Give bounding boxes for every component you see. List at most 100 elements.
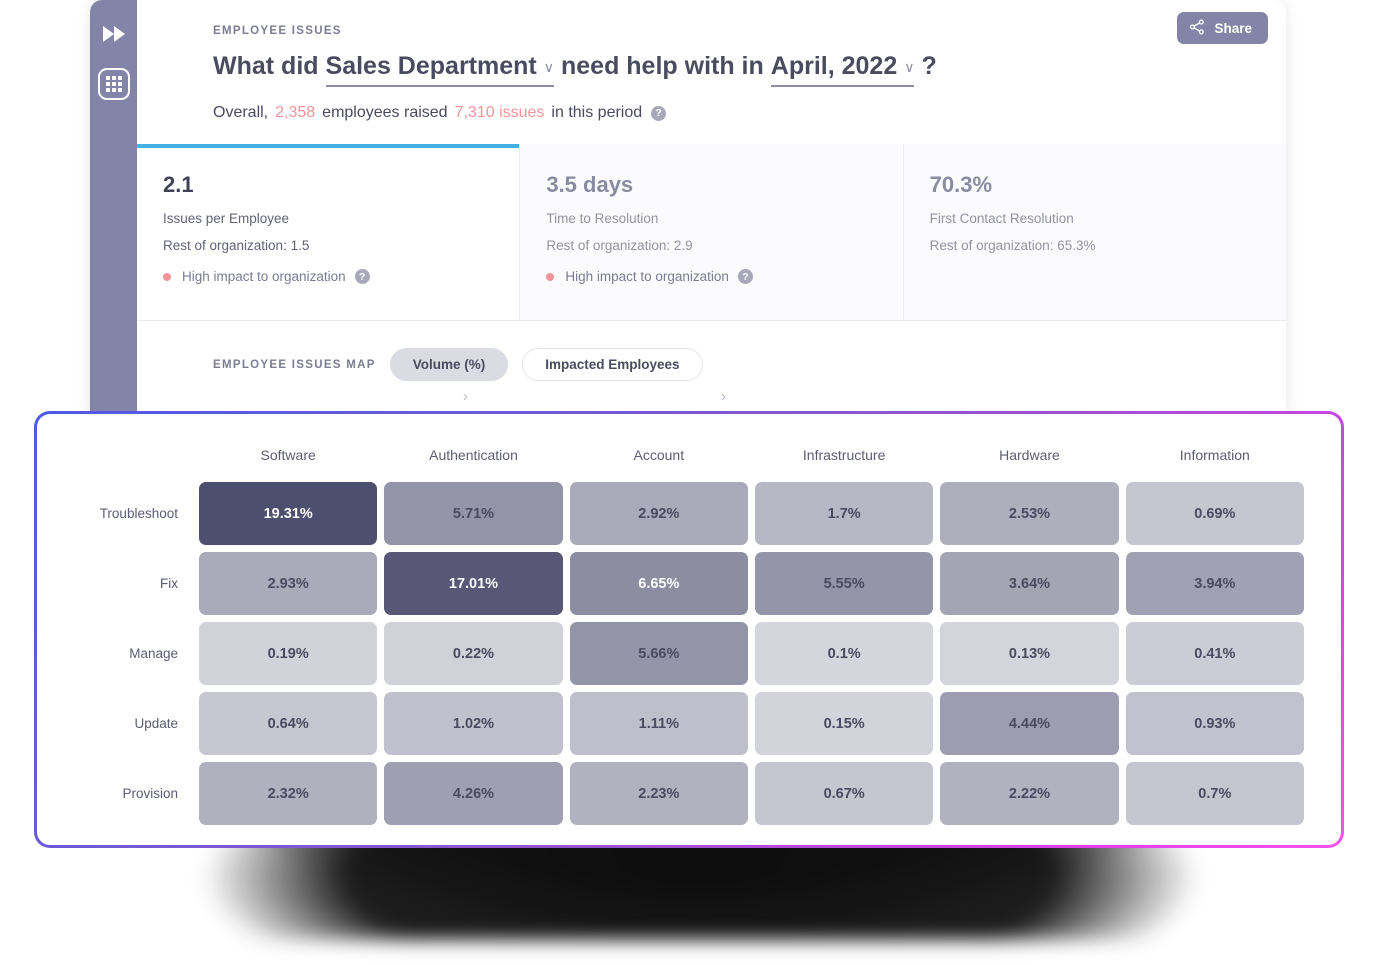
summary-line: Overall, 2,358 employees raised 7,310 is… [213, 104, 666, 122]
heatmap-row-header: Fix [74, 552, 192, 615]
heatmap-cell[interactable]: 3.94% [1126, 552, 1304, 615]
metric-impact-label: High impact to organization [565, 269, 729, 284]
heatmap-cell[interactable]: 0.69% [1126, 482, 1304, 545]
department-dropdown-value: Sales Department [326, 52, 537, 81]
summary-prefix: Overall, [213, 104, 268, 122]
heatmap-cell[interactable]: 2.22% [940, 762, 1118, 825]
app-window: Share EMPLOYEE ISSUES What did Sales Dep… [90, 0, 1286, 418]
screenshot-root: Share EMPLOYEE ISSUES What did Sales Dep… [0, 0, 1373, 965]
impact-dot-icon [163, 273, 171, 281]
period-dropdown-value: April, 2022 [771, 52, 897, 81]
heatmap-cell[interactable]: 2.23% [570, 762, 748, 825]
heatmap-col-header: Authentication [384, 447, 562, 475]
heatmap-row: Manage0.19%0.22%5.66%0.1%0.13%0.41% [74, 622, 1304, 685]
summary-suffix: in this period [551, 104, 642, 122]
heatmap-cell[interactable]: 0.93% [1126, 692, 1304, 755]
metric-help-icon[interactable]: ? [738, 269, 753, 284]
map-section-title: EMPLOYEE ISSUES MAP [213, 359, 376, 371]
heatmap-row-header: Update [74, 692, 192, 755]
metric-label: Issues per Employee [163, 211, 519, 226]
heatmap-row: Update0.64%1.02%1.11%0.15%4.44%0.93% [74, 692, 1304, 755]
heatmap-col-header: Hardware [940, 447, 1118, 475]
heatmap-col-header: Information [1126, 447, 1304, 475]
chevron-down-icon: ∨ [544, 59, 554, 76]
metric-card-first-contact-resolution[interactable]: 70.3% First Contact Resolution Rest of o… [904, 144, 1286, 320]
heatmap-row: Fix2.93%17.01%6.65%5.55%3.64%3.94% [74, 552, 1304, 615]
share-icon [1189, 19, 1205, 38]
heatmap-row: Troubleshoot19.31%5.71%2.92%1.7%2.53%0.6… [74, 482, 1304, 545]
heatmap-row: Provision2.32%4.26%2.23%0.67%2.22%0.7% [74, 762, 1304, 825]
heatmap-cell[interactable]: 2.32% [199, 762, 377, 825]
heatmap-cell[interactable]: 3.64% [940, 552, 1118, 615]
heatmap-col-header: Infrastructure [755, 447, 933, 475]
sidebar [90, 0, 137, 418]
metric-value: 3.5 days [546, 172, 902, 198]
metric-value: 2.1 [163, 172, 519, 198]
heatmap-cell[interactable]: 5.55% [755, 552, 933, 615]
metric-active-indicator [137, 144, 519, 148]
heatmap-cell[interactable]: 5.71% [384, 482, 562, 545]
employee-issues-map-header: EMPLOYEE ISSUES MAP Volume (%) Impacted … [213, 348, 703, 381]
question-part-2: need help with in [561, 52, 764, 81]
heatmap-cell[interactable]: 0.13% [940, 622, 1118, 685]
metric-label: First Contact Resolution [930, 211, 1286, 226]
summary-middle: employees raised [322, 104, 447, 122]
heatmap-cell[interactable]: 4.44% [940, 692, 1118, 755]
heatmap-cell[interactable]: 0.64% [199, 692, 377, 755]
heatmap-cell[interactable]: 1.02% [384, 692, 562, 755]
heatmap-cell[interactable]: 6.65% [570, 552, 748, 615]
heatmap-body: Troubleshoot19.31%5.71%2.92%1.7%2.53%0.6… [74, 482, 1304, 825]
metric-help-icon[interactable]: ? [355, 269, 370, 284]
heatmap-cell[interactable]: 17.01% [384, 552, 562, 615]
heatmap-cell[interactable]: 0.67% [755, 762, 933, 825]
heatmap-cell[interactable]: 2.93% [199, 552, 377, 615]
department-dropdown[interactable]: Sales Department ∨ [326, 52, 554, 87]
period-dropdown[interactable]: April, 2022 ∨ [771, 52, 915, 87]
question-part-1: What did [213, 52, 319, 81]
heatmap-cell[interactable]: 1.7% [755, 482, 933, 545]
chevron-down-icon: ∨ [904, 59, 914, 76]
metric-impact-label: High impact to organization [182, 269, 346, 284]
share-button[interactable]: Share [1177, 12, 1268, 44]
heatmap-header-row: SoftwareAuthentication AccountInfrastruct… [74, 447, 1304, 475]
metric-card-time-to-resolution[interactable]: 3.5 days Time to Resolution Rest of orga… [520, 144, 903, 320]
share-label: Share [1214, 21, 1252, 36]
heatmap-col-header: Software [199, 447, 377, 475]
heatmap-cell[interactable]: 0.7% [1126, 762, 1304, 825]
heatmap-cell[interactable]: 1.11% [570, 692, 748, 755]
metric-card-issues-per-employee[interactable]: 2.1 Issues per Employee Rest of organiza… [137, 144, 520, 320]
heatmap-cell[interactable]: 2.92% [570, 482, 748, 545]
heatmap-cell[interactable]: 0.22% [384, 622, 562, 685]
summary-help-icon[interactable]: ? [651, 106, 666, 121]
metric-active-indicator [904, 144, 1286, 148]
heatmap-cell[interactable]: 19.31% [199, 482, 377, 545]
heatmap-cell[interactable]: 4.26% [384, 762, 562, 825]
heatmap-col-header: Account [570, 447, 748, 475]
heatmap-cell[interactable]: 0.15% [755, 692, 933, 755]
heatmap-overlay-card: SoftwareAuthentication AccountInfrastruct… [34, 411, 1344, 848]
metric-impact: High impact to organization ? [546, 269, 902, 284]
toggle-volume-percent[interactable]: Volume (%) [390, 348, 509, 381]
page-eyebrow: EMPLOYEE ISSUES [213, 25, 342, 37]
metric-value: 70.3% [930, 172, 1286, 198]
heatmap-cell[interactable]: 5.66% [570, 622, 748, 685]
metric-impact: High impact to organization ? [163, 269, 519, 284]
heatmap-cell[interactable]: 0.19% [199, 622, 377, 685]
fast-forward-icon[interactable] [98, 18, 130, 50]
heatmap-row-header: Manage [74, 622, 192, 685]
heatmap-corner [74, 447, 192, 475]
metric-rest-of-org: Rest of organization: 1.5 [163, 238, 519, 253]
issues-count: 7,310 issues [455, 104, 545, 122]
heatmap-cell[interactable]: 2.53% [940, 482, 1118, 545]
metric-rest-of-org: Rest of organization: 2.9 [546, 238, 902, 253]
heatmap-cell[interactable]: 0.41% [1126, 622, 1304, 685]
toggle-impacted-employees[interactable]: Impacted Employees [522, 348, 702, 381]
impact-dot-icon [546, 273, 554, 281]
heatmap-panel: SoftwareAuthentication AccountInfrastruct… [37, 414, 1341, 845]
metric-rest-of-org: Rest of organization: 65.3% [930, 238, 1286, 253]
question-part-3: ? [921, 52, 936, 81]
grid-icon[interactable] [98, 68, 130, 100]
heatmap-cell[interactable]: 0.1% [755, 622, 933, 685]
heatmap-row-header: Troubleshoot [74, 482, 192, 545]
heatmap-row-header: Provision [74, 762, 192, 825]
